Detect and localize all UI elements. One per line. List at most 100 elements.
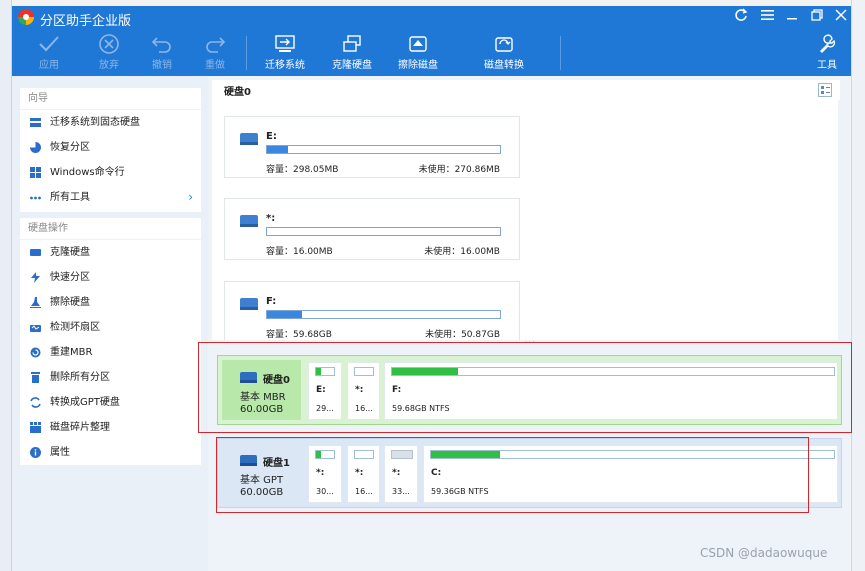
free-text: 未使用：50.87GB — [425, 330, 500, 340]
sidebar-item-label: 重建MBR — [50, 347, 93, 358]
sidebar-item-migrate-ssd[interactable]: 迁移系统到固态硬盘 — [20, 110, 201, 135]
clone-disk-icon — [30, 249, 41, 256]
toolbar-separator — [560, 36, 561, 70]
wipe-disk-label: 擦除磁盘 — [398, 60, 438, 71]
sidebar-item-label: 磁盘碎片整理 — [50, 422, 110, 433]
title-bar: 分区助手企业版 — [12, 6, 851, 30]
sidebar-item-clone-disk[interactable]: 克隆硬盘 — [20, 240, 201, 265]
usage-fill — [267, 146, 288, 153]
sidebar-item-label: Windows命令行 — [50, 167, 125, 178]
sidebar-item-label: 克隆硬盘 — [50, 247, 90, 258]
refresh-icon[interactable] — [731, 8, 751, 28]
disk-header-title: 硬盘0 — [224, 87, 251, 98]
chevron-right-icon: › — [188, 190, 193, 204]
sidebar-item-label: 擦除硬盘 — [50, 297, 90, 308]
delete-partitions-icon — [31, 372, 40, 383]
sidebar-item-all-tools[interactable]: 所有工具 › — [20, 185, 201, 210]
menu-icon[interactable] — [757, 8, 777, 28]
usage-bar — [266, 310, 501, 319]
usage-bar — [266, 145, 501, 154]
sidebar-item-windows-cmd[interactable]: Windows命令行 — [20, 160, 201, 185]
migrate-ssd-icon — [30, 118, 41, 127]
highlight-box — [198, 342, 852, 433]
app-logo-icon — [18, 9, 34, 25]
partition-card[interactable]: F: 容量：59.68GB 未使用：50.87GB — [224, 281, 520, 340]
toolbar-separator — [246, 36, 247, 70]
partition-label: *: — [266, 213, 276, 224]
sidebar-item-label: 所有工具 — [50, 192, 90, 203]
toolbar: 应用 放弃 撤销 重做 迁移系统 克隆硬盘 擦除磁盘 磁盘转换 工具 — [12, 30, 851, 76]
cancel-circle-icon — [92, 32, 126, 56]
free-text: 未使用：16.00MB — [424, 247, 500, 257]
info-icon — [30, 447, 41, 458]
apply-button[interactable]: 应用 — [32, 32, 66, 74]
disk-convert-button[interactable]: 磁盘转换 — [480, 32, 528, 74]
undo-label: 撤销 — [152, 60, 172, 71]
apply-label: 应用 — [39, 60, 59, 71]
partition-label: E: — [266, 131, 277, 142]
disk-icon — [240, 133, 258, 145]
redo-label: 重做 — [205, 60, 225, 71]
lightning-icon — [31, 272, 40, 283]
wrench-icon — [809, 32, 845, 56]
redo-button[interactable]: 重做 — [198, 32, 232, 74]
disk-ops-title: 硬盘操作 — [20, 218, 201, 240]
recover-partition-icon — [30, 142, 41, 153]
tools-label: 工具 — [817, 60, 837, 71]
convert-gpt-icon — [30, 397, 41, 408]
undo-button[interactable]: 撤销 — [145, 32, 179, 74]
clone-disk-icon — [328, 32, 376, 56]
wipe-disk-button[interactable]: 擦除磁盘 — [394, 32, 442, 74]
clone-disk-button[interactable]: 克隆硬盘 — [328, 32, 376, 74]
view-toggle-icon[interactable] — [818, 83, 832, 97]
sidebar-item-defrag[interactable]: 磁盘碎片整理 — [20, 415, 201, 440]
restore-icon[interactable] — [807, 8, 827, 28]
left-border — [0, 0, 12, 571]
defrag-icon — [30, 422, 41, 433]
wizard-panel: 向导 迁移系统到固态硬盘 恢复分区 Windows命令行 所有工具 › — [20, 88, 201, 212]
sidebar-item-label: 检测坏扇区 — [50, 322, 100, 333]
clone-disk-label: 克隆硬盘 — [332, 60, 372, 71]
redo-icon — [198, 32, 232, 56]
eraser-icon — [30, 297, 41, 308]
disk-convert-icon — [480, 32, 528, 56]
disk-icon — [240, 298, 258, 310]
close-icon[interactable] — [831, 8, 851, 28]
sidebar-item-convert-gpt[interactable]: 转换成GPT硬盘 — [20, 390, 201, 415]
migrate-os-button[interactable]: 迁移系统 — [261, 32, 309, 74]
app-title: 分区助手企业版 — [40, 14, 132, 29]
undo-icon — [145, 32, 179, 56]
partition-card[interactable]: E: 容量：298.05MB 未使用：270.86MB — [224, 116, 520, 178]
discard-label: 放弃 — [99, 60, 119, 71]
partition-card-area: E: 容量：298.05MB 未使用：270.86MB *: 容量：16.00M… — [212, 100, 838, 340]
highlight-box — [216, 437, 809, 513]
capacity-text: 容量：16.00MB — [266, 247, 333, 257]
minimize-icon[interactable] — [782, 8, 802, 28]
capacity-text: 容量：59.68GB — [266, 330, 332, 340]
sidebar: 向导 迁移系统到固态硬盘 恢复分区 Windows命令行 所有工具 › 硬盘操作… — [12, 76, 208, 571]
partition-card[interactable]: *: 容量：16.00MB 未使用：16.00MB — [224, 198, 520, 260]
sidebar-item-rebuild-mbr[interactable]: 重建MBR — [20, 340, 201, 365]
main-header: 硬盘0 — [212, 80, 840, 100]
sidebar-item-recover-partition[interactable]: 恢复分区 — [20, 135, 201, 160]
sidebar-item-bad-sector[interactable]: 检测坏扇区 — [20, 315, 201, 340]
capacity-text: 容量：298.05MB — [266, 165, 339, 175]
disk-convert-label: 磁盘转换 — [484, 60, 524, 71]
sidebar-item-label: 快速分区 — [50, 272, 90, 283]
rebuild-mbr-icon — [30, 347, 41, 358]
sidebar-item-delete-all-partitions[interactable]: 删除所有分区 — [20, 365, 201, 390]
tools-button[interactable]: 工具 — [809, 32, 845, 74]
right-border — [851, 0, 865, 571]
sidebar-item-label: 删除所有分区 — [50, 372, 110, 383]
usage-fill — [267, 311, 302, 318]
wipe-disk-icon — [394, 32, 442, 56]
sidebar-item-quick-partition[interactable]: 快速分区 — [20, 265, 201, 290]
sidebar-item-wipe-disk[interactable]: 擦除硬盘 — [20, 290, 201, 315]
sidebar-item-properties[interactable]: 属性 — [20, 440, 201, 465]
sidebar-item-label: 属性 — [50, 447, 70, 458]
more-icon — [30, 196, 41, 200]
watermark: CSDN @dadaowuque — [700, 546, 828, 560]
windows-icon — [30, 167, 41, 178]
discard-button[interactable]: 放弃 — [92, 32, 126, 74]
sidebar-item-label: 转换成GPT硬盘 — [50, 397, 120, 408]
